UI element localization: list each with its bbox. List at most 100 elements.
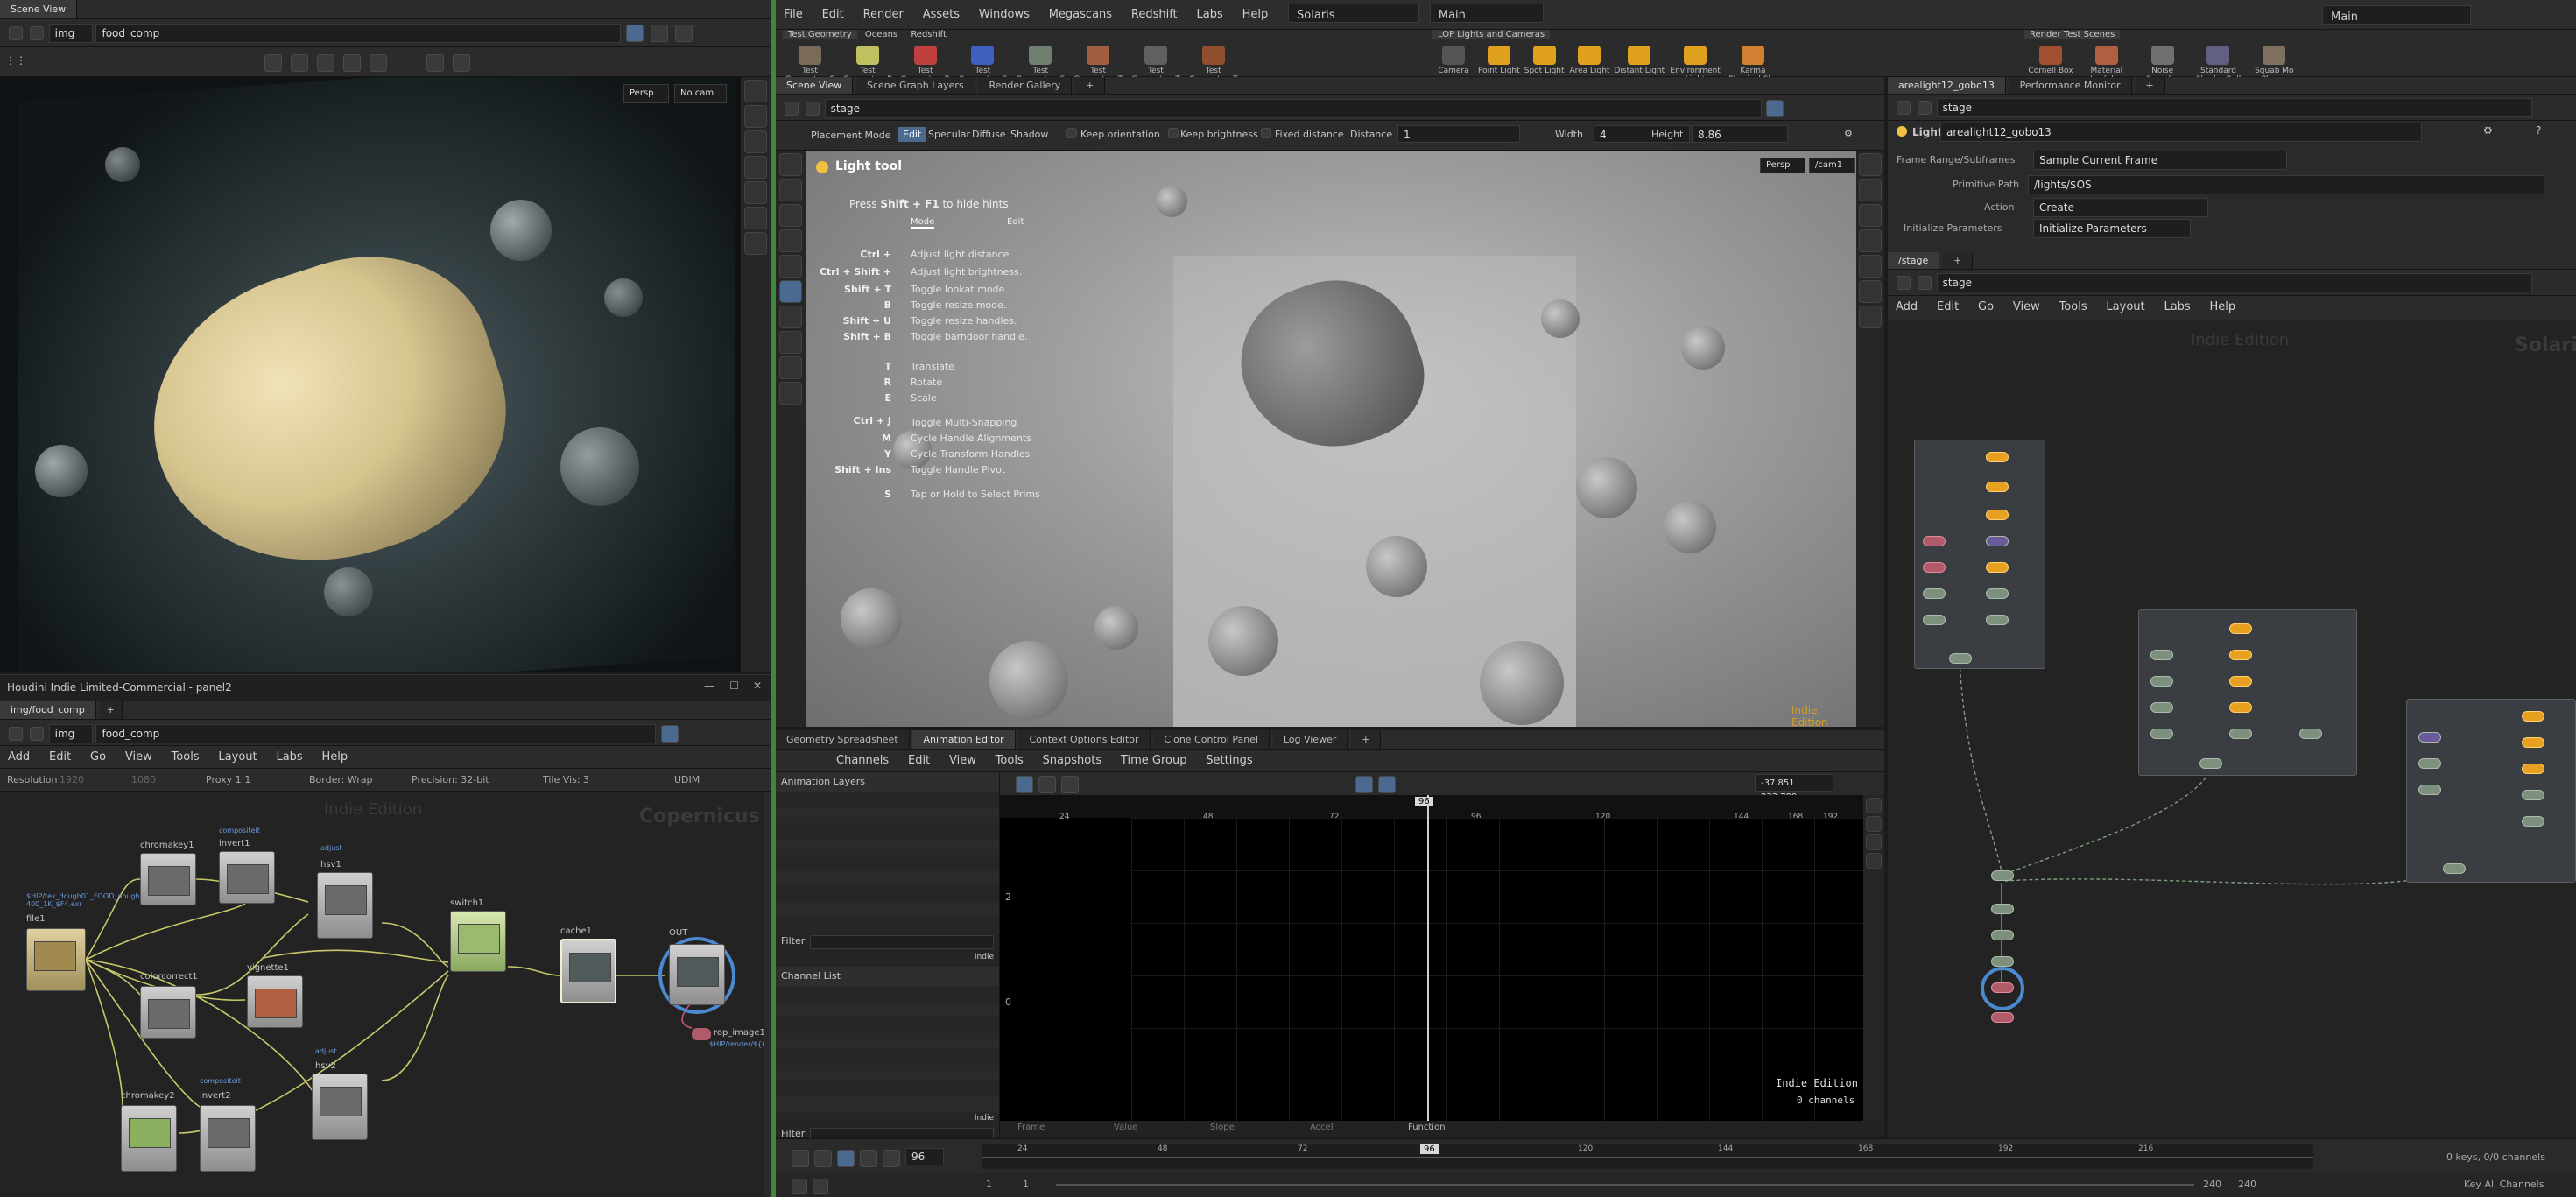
camera-mode-dropdown[interactable]: Persp [623,84,669,103]
close-icon[interactable]: ✕ [753,679,762,692]
lop-merge-node[interactable] [1949,653,1972,664]
add-tab-icon[interactable]: + [2135,77,2165,94]
menu-help[interactable]: Help [2202,296,2244,319]
handle-icon[interactable] [779,356,802,379]
node-chromakey2[interactable] [121,1105,177,1172]
lop-node[interactable] [1991,904,2014,914]
lop-filter-node[interactable] [1923,536,1946,546]
distance-field[interactable]: 1 [1397,125,1520,143]
menu-render[interactable]: Render [855,4,911,26]
frame-range-dropdown[interactable]: Sample Current Frame [2033,151,2287,170]
select-icon[interactable] [779,153,802,176]
lop-light-node[interactable] [2522,737,2544,748]
lop-light-node[interactable] [2229,676,2252,687]
shelf-tab-render-test[interactable]: Render Test Scenes [2024,30,2121,39]
frame-icon[interactable] [1866,816,1882,832]
zoom-icon[interactable] [1866,853,1882,869]
tab-food-comp[interactable]: img/food_comp [0,701,96,719]
back-icon[interactable] [785,102,799,116]
step-forward-icon[interactable] [883,1150,900,1167]
menu-redshift[interactable]: Redshift [1123,4,1186,26]
height-field[interactable]: 8.86 [1692,125,1788,143]
anim-layers-list[interactable] [776,792,999,932]
pin-icon[interactable] [661,725,679,743]
lop-node[interactable] [1923,615,1946,625]
channel-icon[interactable] [744,156,767,179]
end-frame[interactable]: 240 [2203,1179,2221,1190]
tab-geometry-spreadsheet[interactable]: Geometry Spreadsheet [776,730,910,749]
maximize-icon[interactable]: ☐ [729,679,739,692]
shelf-tab-lop-lights[interactable]: LOP Lights and Cameras [1432,30,1551,39]
forward-icon[interactable] [29,26,44,40]
display-options-icon[interactable] [1859,153,1882,176]
lop-light-node[interactable] [2522,711,2544,722]
mask-icon[interactable] [744,232,767,255]
end-frame-2[interactable]: 240 [2238,1179,2256,1190]
lop-node[interactable] [2150,702,2173,713]
grid-menu-icon[interactable]: ⋮⋮ [5,54,26,72]
tool-icon[interactable] [317,54,334,72]
forward-icon[interactable] [1917,276,1932,290]
menu-file[interactable]: File [776,4,811,26]
node-out[interactable] [669,944,725,1005]
lop-light-node[interactable] [1986,562,2009,573]
node-hsv2[interactable] [312,1074,368,1140]
lop-network-editor[interactable]: Indie Edition Solaris [1888,320,2576,1138]
rotate-icon[interactable] [779,229,802,252]
tool-icon[interactable] [370,54,387,72]
node-invert2[interactable] [200,1105,256,1172]
back-icon[interactable] [1897,101,1911,115]
key-tool-icon[interactable] [1061,776,1079,793]
edit-mode-button[interactable]: Edit [898,127,926,142]
path-stage[interactable]: stage [824,99,1762,118]
camera-mode-dropdown[interactable]: Persp [1760,158,1805,173]
path-img[interactable]: img [48,724,93,743]
lop-node[interactable] [2229,729,2252,739]
node-switch1[interactable] [450,911,506,972]
lop-merge-main[interactable] [1991,870,2014,881]
specular-button[interactable]: Specular [928,129,970,140]
path-stage[interactable]: stage [1936,273,2532,292]
add-tab-icon[interactable]: + [1351,730,1382,749]
realtime-icon[interactable] [792,1179,807,1194]
magnet-icon[interactable] [779,331,802,354]
lop-node[interactable] [1991,930,2014,940]
ghost-icon[interactable] [1859,229,1882,252]
minimize-icon[interactable]: — [704,679,714,692]
tab-performance-monitor[interactable]: Performance Monitor [2009,77,2132,94]
menu-layout[interactable]: Layout [2098,296,2152,319]
menu-edit[interactable]: Edit [41,746,79,769]
node-cache1[interactable] [560,939,616,1003]
menu-settings[interactable]: Settings [1198,750,1260,772]
menu-edit[interactable]: Edit [900,750,938,772]
node-rop-image1[interactable] [692,1028,711,1040]
transform-icon[interactable] [779,204,802,227]
lop-light-node[interactable] [1986,482,2009,492]
proxy-label[interactable]: Proxy 1:1 [206,774,250,785]
back-icon[interactable] [9,727,23,741]
tab-scene-view[interactable]: Scene View [0,0,78,18]
loop-icon[interactable] [813,1179,828,1194]
forward-icon[interactable] [1917,101,1932,115]
tab-clone-control[interactable]: Clone Control Panel [1153,730,1270,749]
select-tool-icon[interactable] [1016,776,1033,793]
menu-go[interactable]: Go [1970,296,2002,319]
start-frame[interactable]: 1 [986,1179,992,1190]
menu-windows[interactable]: Windows [971,4,1038,26]
lop-node[interactable] [2150,676,2173,687]
tool-icon[interactable] [264,54,282,72]
menu-assets[interactable]: Assets [915,4,968,26]
filter-input[interactable] [810,935,994,949]
snap-icon[interactable] [1355,776,1373,793]
desktop-dropdown[interactable]: Solaris [1288,4,1420,23]
path-stage[interactable]: stage [1936,98,2532,117]
lop-node[interactable] [2522,790,2544,800]
menu-add[interactable]: Add [0,746,38,769]
lock-icon[interactable] [744,105,767,128]
menu-labs[interactable]: Labs [2156,296,2198,319]
lop-node[interactable] [1923,588,1946,599]
lop-usd-render-node[interactable] [1991,1012,2014,1023]
menu-tools[interactable]: Tools [2052,296,2095,319]
tile-vis-label[interactable]: Tile Vis: 3 [543,774,589,785]
key-all-channels[interactable]: Key All Channels [2464,1179,2544,1190]
